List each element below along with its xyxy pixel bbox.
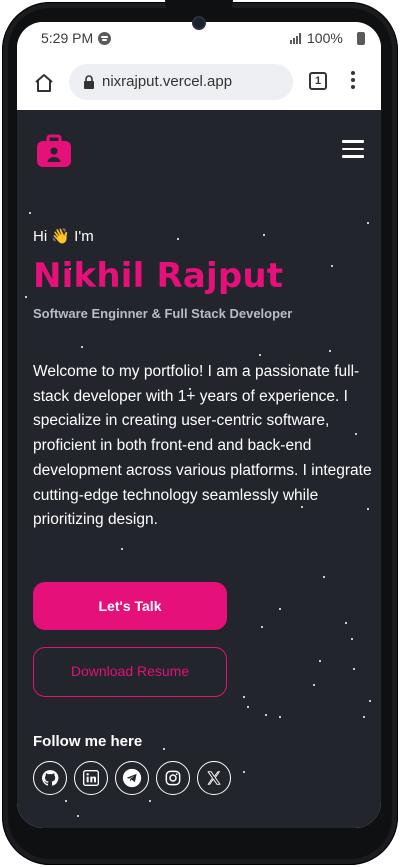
lets-talk-button[interactable]: Let's Talk	[33, 582, 227, 630]
star-dot	[265, 714, 267, 716]
star-dot	[81, 346, 83, 348]
star-dot	[313, 684, 315, 686]
spotify-icon	[98, 32, 111, 45]
star-dot	[279, 608, 281, 610]
logo-icon[interactable]	[36, 134, 72, 168]
star-dot	[25, 296, 27, 298]
hero-role: Software Enginner & Full Stack Developer	[33, 306, 293, 321]
linkedin-icon	[83, 770, 99, 786]
telegram-link[interactable]	[115, 761, 149, 795]
browser-toolbar: nixrajput.vercel.app 1	[17, 58, 381, 110]
github-link[interactable]	[33, 761, 67, 795]
star-dot	[163, 748, 165, 750]
status-time: 5:29 PM	[41, 30, 94, 46]
star-dot	[351, 638, 353, 640]
battery-icon	[357, 32, 365, 45]
star-dot	[367, 222, 369, 224]
download-resume-button[interactable]: Download Resume	[33, 647, 227, 697]
x-icon	[207, 771, 221, 785]
star-dot	[65, 800, 67, 802]
menu-dots-icon[interactable]	[350, 71, 356, 91]
instagram-link[interactable]	[156, 761, 190, 795]
portfolio-page: Hi 👋 I'm Nikhil Rajput Software Enginner…	[17, 110, 381, 828]
intro-paragraph: Welcome to my portfolio! I am a passiona…	[33, 363, 372, 529]
instagram-icon	[165, 770, 181, 786]
star-dot	[177, 238, 179, 240]
star-dot	[29, 212, 31, 214]
star-dot	[261, 626, 263, 628]
phone-screen: 5:29 PM 100% nixrajput.vercel.app 1 Hi 👋…	[17, 22, 381, 828]
star-dot	[247, 706, 249, 708]
battery-percent: 100%	[307, 30, 343, 46]
star-dot	[363, 716, 365, 718]
star-dot	[369, 700, 371, 702]
front-camera	[192, 16, 206, 30]
star-dot	[263, 234, 265, 236]
star-dot	[121, 548, 123, 550]
x-link[interactable]	[197, 761, 231, 795]
star-dot	[77, 815, 79, 817]
star-dot	[149, 800, 151, 802]
telegram-icon	[122, 768, 142, 788]
github-icon	[42, 770, 59, 786]
star-dot	[329, 350, 331, 352]
signal-icon	[290, 33, 303, 44]
hamburger-menu-icon[interactable]	[342, 140, 364, 158]
lock-icon	[84, 75, 94, 89]
home-icon[interactable]	[33, 72, 55, 94]
star-dot	[345, 622, 347, 624]
star-dot	[331, 265, 333, 267]
url-text: nixrajput.vercel.app	[102, 73, 233, 90]
star-dot	[259, 354, 261, 356]
address-bar[interactable]: nixrajput.vercel.app	[69, 64, 293, 100]
star-dot	[319, 660, 321, 662]
star-dot	[353, 668, 355, 670]
star-dot	[279, 716, 281, 718]
follow-heading: Follow me here	[33, 733, 143, 750]
greeting: Hi 👋 I'm	[33, 228, 94, 245]
star-dot	[243, 696, 245, 698]
tabs-icon[interactable]: 1	[309, 72, 327, 90]
social-links	[33, 761, 231, 795]
linkedin-link[interactable]	[74, 761, 108, 795]
hero-name: Nikhil Rajput	[33, 256, 284, 296]
star-dot	[243, 771, 245, 773]
star-dot	[323, 576, 325, 578]
